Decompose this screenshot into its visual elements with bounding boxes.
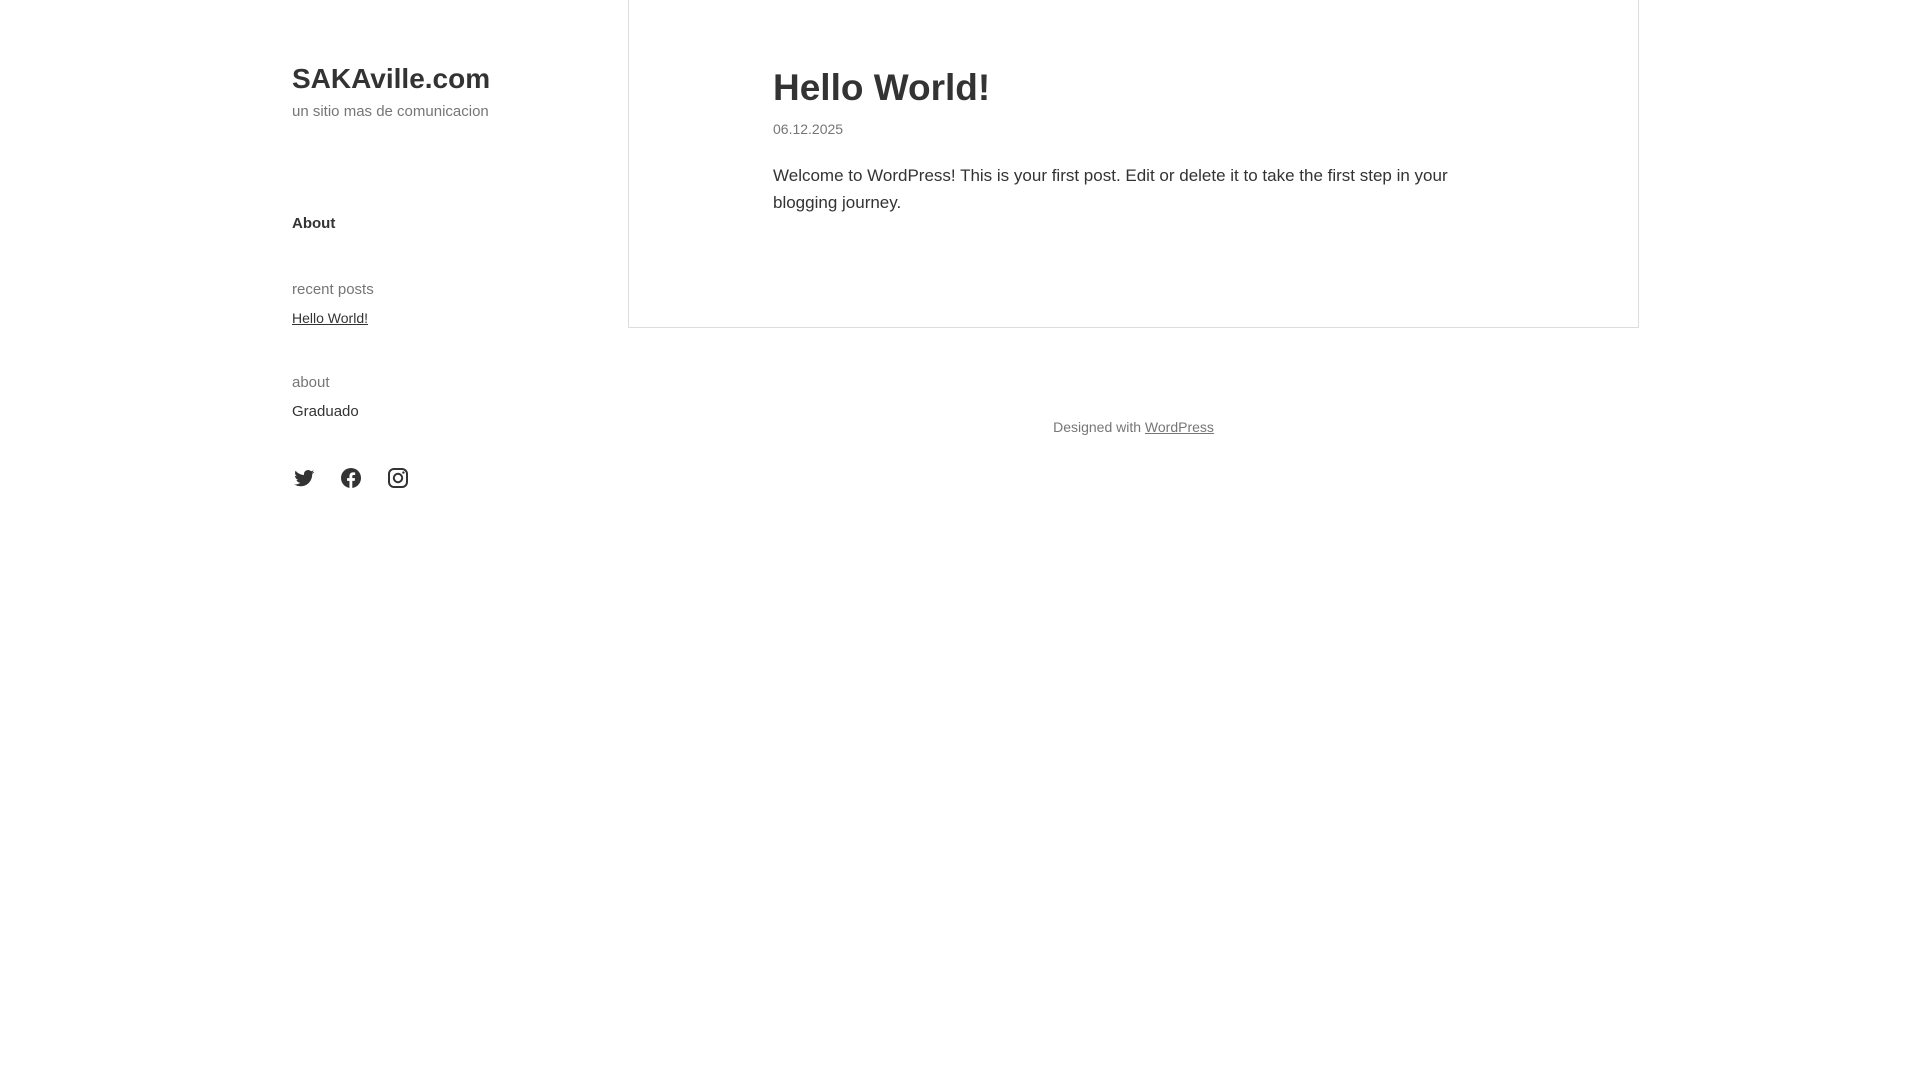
about-text: Graduado	[292, 403, 359, 420]
nav-item-about[interactable]: About	[292, 215, 335, 232]
recent-posts-heading: recent posts	[292, 281, 374, 298]
recent-post-link[interactable]: Hello World!	[292, 310, 368, 326]
twitter-icon[interactable]	[292, 466, 316, 490]
about-heading: about	[292, 374, 330, 391]
footer: Designed with WordPress	[628, 419, 1639, 435]
social-links	[292, 466, 410, 490]
post-body: Welcome to WordPress! This is your first…	[773, 166, 1448, 212]
facebook-icon[interactable]	[339, 466, 363, 490]
post-title[interactable]: Hello World!	[773, 66, 990, 110]
post-card: Hello World! 06.12.2025 Welcome to WordP…	[628, 0, 1639, 328]
footer-credit: Designed with	[1053, 419, 1145, 435]
instagram-icon[interactable]	[386, 466, 410, 490]
site-title[interactable]: SAKAville.com	[292, 62, 490, 96]
post-date: 06.12.2025	[773, 121, 844, 137]
wordpress-link[interactable]: WordPress	[1145, 419, 1214, 435]
site-description: un sitio mas de comunicacion	[292, 103, 489, 120]
